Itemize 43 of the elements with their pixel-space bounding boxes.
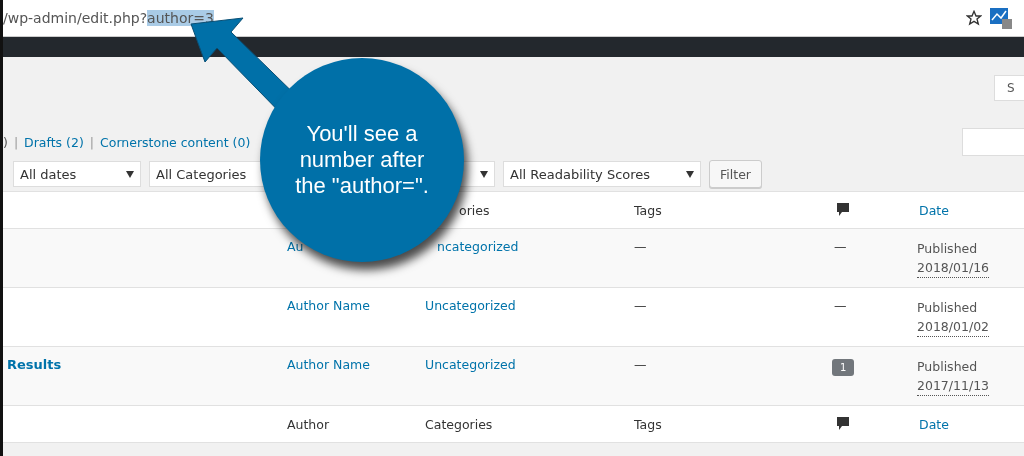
date-cell: Published 2017/11/13	[917, 357, 1024, 396]
separator: |	[13, 134, 19, 150]
column-header[interactable]: Date	[917, 416, 949, 432]
tags-cell-text: —	[633, 298, 647, 313]
column-header: ories	[458, 202, 490, 218]
column-header: Tags	[633, 202, 662, 218]
status-text: )	[3, 134, 8, 150]
filter-dropdown[interactable]: All Readability Scores	[503, 161, 701, 187]
tags-cell-text: —	[633, 239, 647, 254]
status-link[interactable]: Drafts (2)	[24, 134, 84, 150]
post-title-link[interactable]: Results	[3, 357, 62, 372]
category-link[interactable]: Uncategorized	[423, 298, 516, 313]
status-link[interactable]: Cornerstone content (0)	[100, 134, 251, 150]
tags-cell-text: —	[633, 357, 647, 372]
date-cell: Published 2018/01/16	[917, 239, 1024, 278]
caret-icon	[126, 170, 134, 178]
date-cell: Published 2018/01/02	[917, 298, 1024, 337]
category-link[interactable]: Uncategorized	[423, 357, 516, 372]
callout-text: You'll see a number after the "author=".	[294, 121, 430, 199]
filter-button[interactable]: Filter	[709, 160, 762, 188]
filter-dropdown[interactable]: All dates	[13, 161, 141, 187]
comment-icon	[836, 416, 850, 432]
separator: |	[89, 134, 95, 150]
author-link[interactable]: Author Name	[285, 357, 370, 372]
comments-cell-text: —	[833, 239, 847, 254]
comments-cell-text: —	[833, 298, 847, 313]
caret-icon	[480, 170, 488, 178]
url-text: /wp-admin/edit.php?	[3, 10, 148, 26]
column-header: Tags	[633, 416, 662, 432]
author-link[interactable]: Au	[285, 239, 304, 254]
comment-icon	[836, 202, 850, 218]
column-header[interactable]: Date	[917, 202, 949, 218]
author-link[interactable]: Author Name	[285, 298, 370, 313]
caret-icon	[686, 170, 694, 178]
selected-url-text: author=3	[147, 10, 214, 26]
search-field[interactable]	[962, 128, 1024, 156]
screen-options-button[interactable]: S	[994, 75, 1024, 101]
column-header: Categories	[424, 416, 493, 432]
chart-extension-icon[interactable]	[990, 6, 1014, 30]
star-icon[interactable]	[966, 10, 982, 26]
column-header: Author	[286, 416, 330, 432]
comment-count-badge[interactable]: 1	[832, 359, 855, 376]
category-link[interactable]: ncategorized	[435, 239, 519, 254]
